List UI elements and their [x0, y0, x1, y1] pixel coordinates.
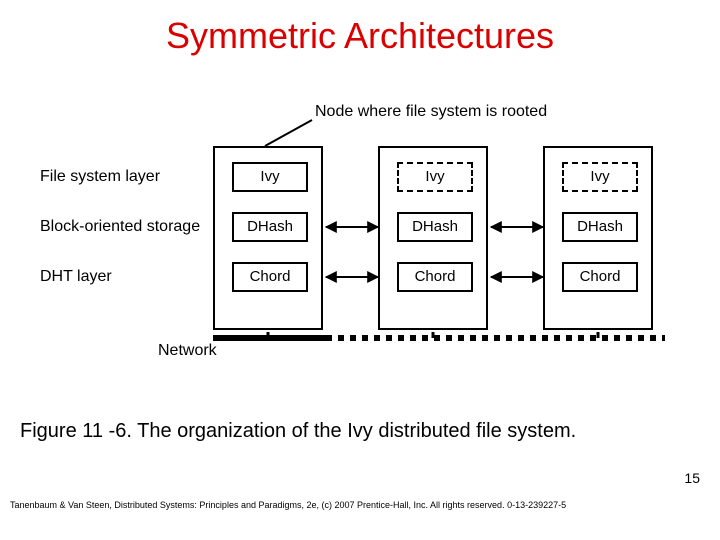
node-column-3: Ivy DHash Chord [543, 146, 653, 330]
box-chord: Chord [562, 262, 638, 292]
box-dhash: DHash [232, 212, 308, 242]
box-ivy: Ivy [232, 162, 308, 192]
footer-citation: Tanenbaum & Van Steen, Distributed Syste… [10, 500, 566, 510]
box-ivy-dashed: Ivy [397, 162, 473, 192]
box-chord: Chord [232, 262, 308, 292]
page-number: 15 [684, 470, 700, 486]
label-block-storage: Block-oriented storage [40, 218, 200, 236]
box-ivy-dashed: Ivy [562, 162, 638, 192]
box-chord: Chord [397, 262, 473, 292]
label-network: Network [158, 342, 217, 360]
diagram: Node where file system is rooted File sy… [40, 110, 680, 390]
box-dhash: DHash [562, 212, 638, 242]
node-column-1: Ivy DHash Chord [213, 146, 323, 330]
label-rooted-node: Node where file system is rooted [315, 103, 547, 121]
figure-caption: Figure 11 -6. The organization of the Iv… [20, 420, 576, 443]
label-dht-layer: DHT layer [40, 268, 112, 286]
box-dhash: DHash [397, 212, 473, 242]
slide-title: Symmetric Architectures [0, 0, 720, 57]
label-file-system-layer: File system layer [40, 168, 160, 186]
node-column-2: Ivy DHash Chord [378, 146, 488, 330]
